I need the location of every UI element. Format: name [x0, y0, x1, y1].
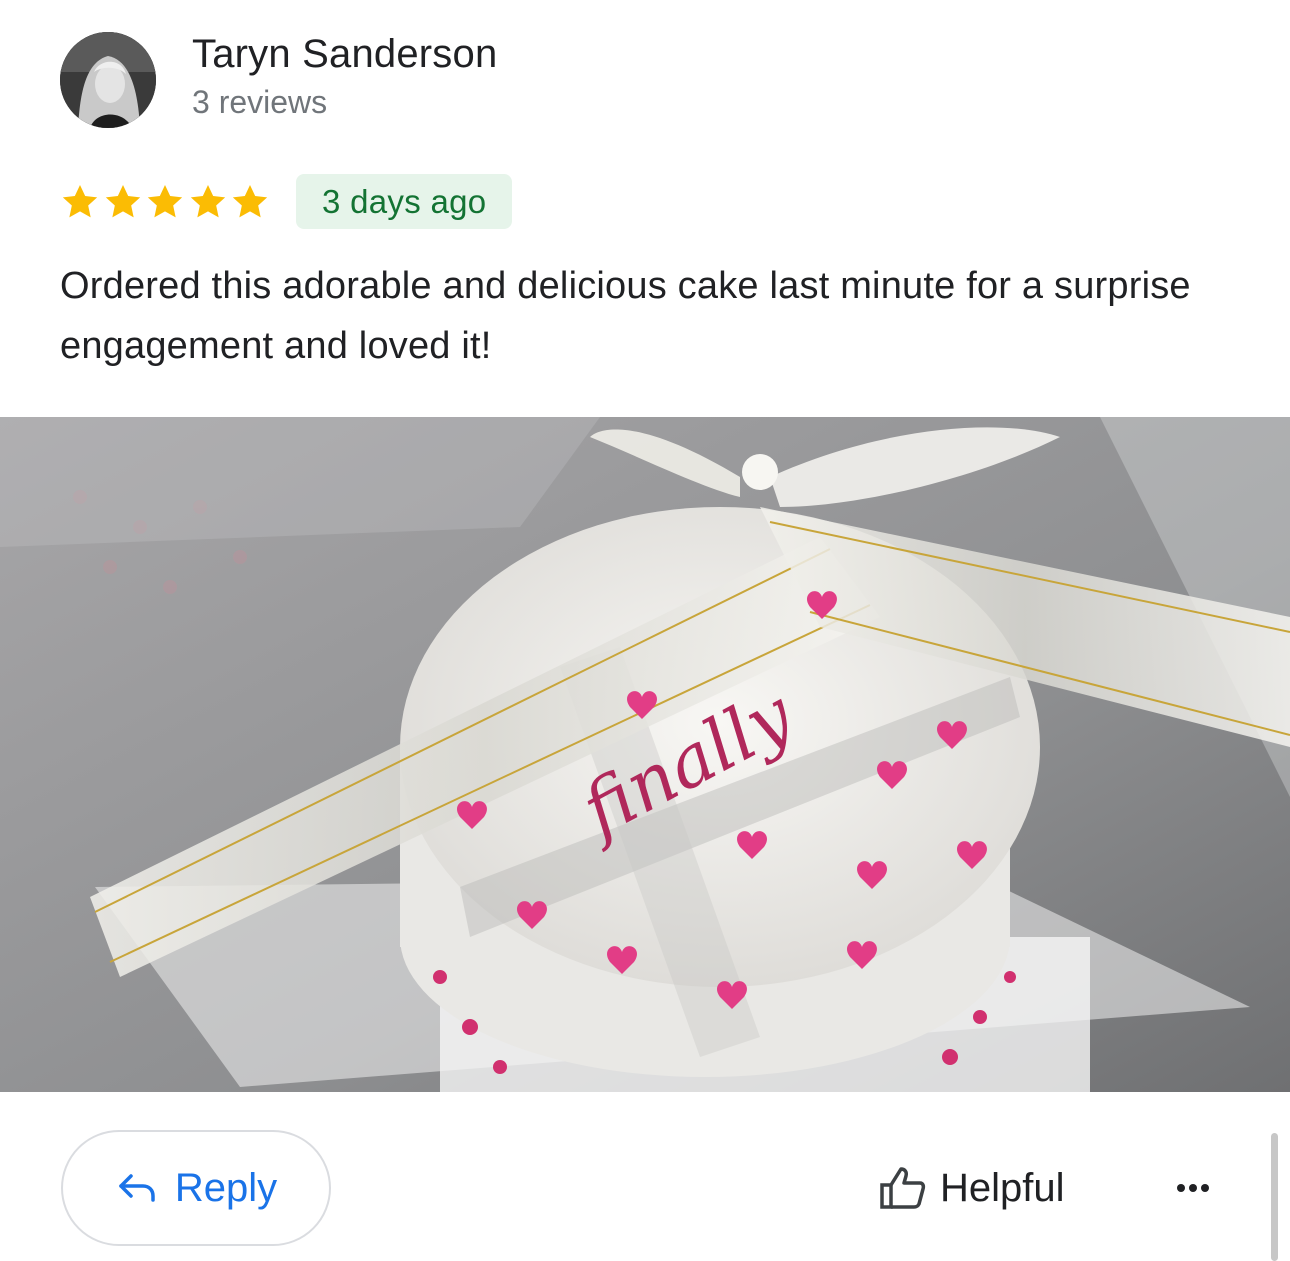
- more-options-button[interactable]: [1168, 1166, 1218, 1210]
- star-icon: [105, 184, 140, 217]
- reply-label: Reply: [174, 1165, 278, 1210]
- thumbs-up-icon: [880, 1167, 926, 1209]
- author-name[interactable]: Taryn Sanderson: [192, 28, 497, 80]
- star-icon: [62, 184, 98, 217]
- avatar[interactable]: [60, 32, 156, 128]
- star-icon: [190, 184, 225, 217]
- helpful-button[interactable]: Helpful: [878, 1158, 1065, 1218]
- review-text: Ordered this adorable and delicious cake…: [60, 265, 1191, 367]
- author-review-count: 3 reviews: [192, 84, 328, 120]
- review-photo[interactable]: finally: [0, 417, 1290, 1092]
- rating-row: 3 days ago: [60, 174, 513, 229]
- review-header: Taryn Sanderson 3 reviews: [60, 32, 497, 128]
- more-horizontal-icon: [1175, 1184, 1211, 1192]
- reply-arrow-icon: [119, 1174, 155, 1202]
- reply-button[interactable]: Reply: [61, 1130, 331, 1246]
- review-date-badge: 3 days ago: [296, 174, 513, 229]
- star-icon: [147, 184, 183, 217]
- scrollbar[interactable]: [1271, 1133, 1278, 1261]
- author-info: Taryn Sanderson 3 reviews: [192, 28, 497, 122]
- helpful-label: Helpful: [940, 1165, 1065, 1210]
- star-icon: [232, 184, 268, 217]
- star-rating: [60, 182, 270, 222]
